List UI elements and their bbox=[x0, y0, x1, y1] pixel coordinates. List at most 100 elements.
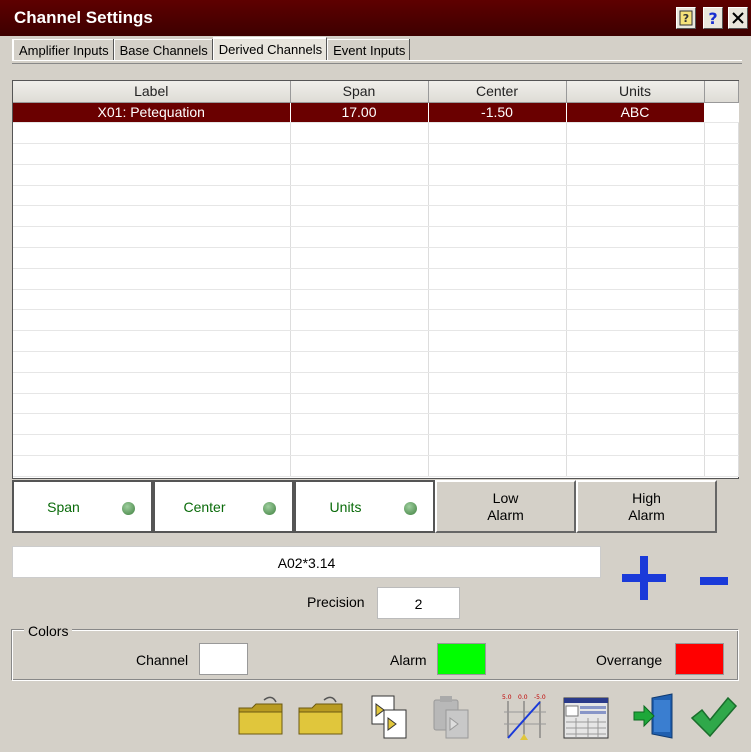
high-alarm-button[interactable]: High Alarm bbox=[576, 480, 717, 533]
grid-cell[interactable] bbox=[13, 309, 291, 332]
table-row-empty[interactable] bbox=[13, 143, 739, 165]
scale-icon[interactable]: 5.0 0.0 -5.0 bbox=[500, 692, 550, 742]
grid-cell[interactable] bbox=[13, 289, 291, 311]
table-row-empty[interactable] bbox=[13, 434, 739, 457]
context-help-icon[interactable]: ? bbox=[703, 7, 723, 29]
grid-cell[interactable] bbox=[290, 455, 429, 477]
grid-cell[interactable] bbox=[13, 393, 291, 415]
alarm-color-swatch[interactable] bbox=[437, 643, 486, 675]
open-folder-icon[interactable] bbox=[236, 692, 286, 742]
exit-icon[interactable] bbox=[632, 692, 682, 742]
table-row-empty[interactable] bbox=[13, 289, 739, 311]
close-icon[interactable] bbox=[728, 7, 748, 29]
grid-cell[interactable] bbox=[428, 143, 567, 165]
grid-cell[interactable] bbox=[13, 226, 291, 249]
center-toggle-button[interactable]: Center bbox=[153, 480, 294, 533]
copy-icon[interactable] bbox=[366, 692, 416, 742]
grid-cell[interactable] bbox=[290, 185, 429, 207]
grid-cell[interactable] bbox=[428, 372, 567, 394]
table-row-empty[interactable] bbox=[13, 164, 739, 186]
tab-event-inputs[interactable]: Event Inputs bbox=[327, 39, 411, 61]
table-row-empty[interactable] bbox=[13, 205, 739, 228]
cell-label[interactable]: X01: Petequation bbox=[13, 102, 291, 124]
grid-cell[interactable] bbox=[290, 393, 429, 415]
grid-cell[interactable] bbox=[13, 164, 291, 186]
grid-cell[interactable] bbox=[428, 185, 567, 207]
grid-cell[interactable] bbox=[13, 185, 291, 207]
precision-field[interactable]: 2 bbox=[377, 587, 460, 619]
grid-cell[interactable] bbox=[290, 143, 429, 165]
help-icon[interactable]: ? bbox=[676, 7, 696, 29]
channel-color-swatch[interactable] bbox=[199, 643, 248, 675]
cell-span[interactable]: 17.00 bbox=[290, 102, 429, 124]
overrange-color-swatch[interactable] bbox=[675, 643, 724, 675]
grid-cell[interactable] bbox=[428, 351, 567, 373]
tab-derived-channels[interactable]: Derived Channels bbox=[212, 37, 328, 60]
grid-cell[interactable] bbox=[566, 330, 705, 353]
grid-cell[interactable] bbox=[290, 122, 429, 145]
grid-cell[interactable] bbox=[428, 455, 567, 477]
grid-cell[interactable] bbox=[566, 455, 705, 477]
grid-cell[interactable] bbox=[13, 434, 291, 457]
grid-cell[interactable] bbox=[566, 205, 705, 228]
grid-cell[interactable] bbox=[566, 372, 705, 394]
grid-cell[interactable] bbox=[428, 309, 567, 332]
table-row-empty[interactable] bbox=[13, 372, 739, 394]
grid-cell[interactable] bbox=[290, 309, 429, 332]
table-row-empty[interactable] bbox=[13, 226, 739, 249]
grid-cell[interactable] bbox=[566, 268, 705, 290]
grid-cell[interactable] bbox=[13, 372, 291, 394]
table-row-empty[interactable] bbox=[13, 351, 739, 373]
grid-cell[interactable] bbox=[290, 268, 429, 290]
table-row-selected[interactable]: X01: Petequation 17.00 -1.50 ABC bbox=[13, 102, 739, 124]
cell-center[interactable]: -1.50 bbox=[428, 102, 567, 124]
grid-cell[interactable] bbox=[13, 413, 291, 436]
grid-cell[interactable] bbox=[428, 247, 567, 269]
grid-cell[interactable] bbox=[566, 185, 705, 207]
column-header-units[interactable]: Units bbox=[566, 81, 705, 103]
grid-cell[interactable] bbox=[428, 122, 567, 145]
grid-cell[interactable] bbox=[290, 247, 429, 269]
grid-cell[interactable] bbox=[428, 413, 567, 436]
units-toggle-button[interactable]: Units bbox=[294, 480, 435, 533]
ok-check-icon[interactable] bbox=[688, 692, 738, 742]
grid-cell[interactable] bbox=[290, 330, 429, 353]
table-row-empty[interactable] bbox=[13, 309, 739, 332]
grid-cell[interactable] bbox=[428, 164, 567, 186]
grid-cell[interactable] bbox=[428, 434, 567, 457]
tab-amplifier-inputs[interactable]: Amplifier Inputs bbox=[12, 39, 114, 61]
grid-cell[interactable] bbox=[13, 122, 291, 145]
grid-cell[interactable] bbox=[290, 226, 429, 249]
cell-units[interactable]: ABC bbox=[566, 102, 705, 124]
grid-cell[interactable] bbox=[566, 164, 705, 186]
add-icon[interactable] bbox=[622, 556, 666, 600]
grid-cell[interactable] bbox=[566, 393, 705, 415]
table-row-empty[interactable] bbox=[13, 247, 739, 269]
grid-cell[interactable] bbox=[13, 330, 291, 353]
save-folder-icon[interactable] bbox=[296, 692, 346, 742]
grid-cell[interactable] bbox=[566, 413, 705, 436]
grid-cell[interactable] bbox=[290, 372, 429, 394]
table-row-empty[interactable] bbox=[13, 393, 739, 415]
grid-cell[interactable] bbox=[290, 164, 429, 186]
table-icon[interactable] bbox=[562, 692, 612, 742]
column-header-label[interactable]: Label bbox=[13, 81, 291, 103]
grid-cell[interactable] bbox=[428, 393, 567, 415]
grid-cell[interactable] bbox=[428, 205, 567, 228]
grid-cell[interactable] bbox=[13, 455, 291, 477]
grid-cell[interactable] bbox=[290, 351, 429, 373]
grid-cell[interactable] bbox=[428, 268, 567, 290]
grid-cell[interactable] bbox=[566, 226, 705, 249]
remove-icon[interactable] bbox=[700, 577, 728, 585]
grid-cell[interactable] bbox=[13, 143, 291, 165]
table-row-empty[interactable] bbox=[13, 413, 739, 436]
formula-field[interactable]: A02*3.14 bbox=[12, 546, 601, 578]
grid-cell[interactable] bbox=[290, 434, 429, 457]
grid-cell[interactable] bbox=[566, 289, 705, 311]
grid-cell[interactable] bbox=[566, 434, 705, 457]
grid-cell[interactable] bbox=[13, 247, 291, 269]
channel-grid[interactable]: Label Span Center Units X01: Petequation… bbox=[12, 80, 739, 479]
grid-cell[interactable] bbox=[566, 122, 705, 145]
table-row-empty[interactable] bbox=[13, 268, 739, 290]
low-alarm-button[interactable]: Low Alarm bbox=[435, 480, 576, 533]
